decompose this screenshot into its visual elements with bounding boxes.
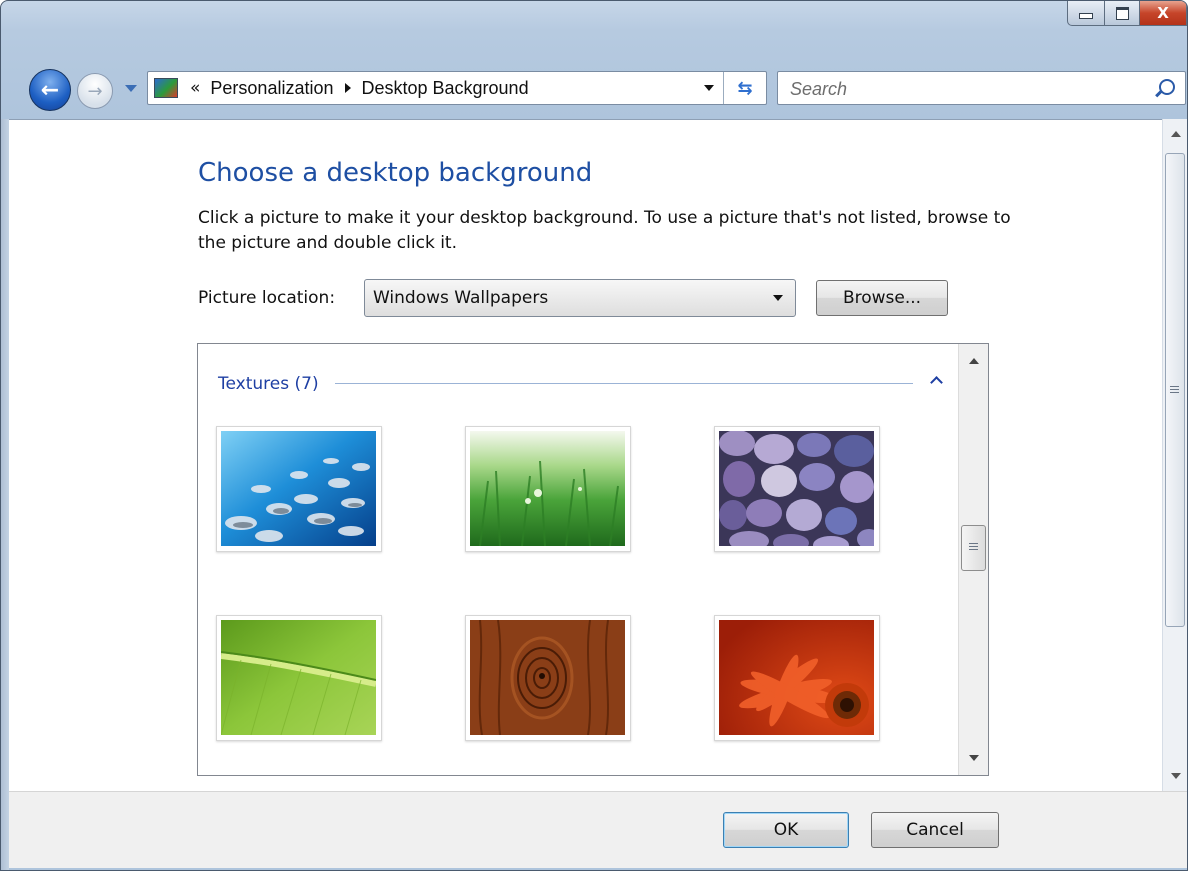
grip-line: [1170, 386, 1179, 387]
close-button[interactable]: X: [1140, 1, 1187, 26]
window-caption-buttons: X: [1067, 1, 1187, 27]
page-title: Choose a desktop background: [198, 158, 593, 188]
grip-line: [969, 546, 978, 547]
refresh-icon: ⇆: [737, 77, 753, 99]
maximize-icon: [1115, 6, 1129, 20]
grip-line: [1170, 392, 1179, 393]
breadcrumb-personalization[interactable]: Personalization: [210, 78, 333, 99]
content-pane: Choose a desktop background Click a pict…: [9, 119, 1162, 792]
address-dropdown-icon[interactable]: [704, 85, 714, 91]
wallpaper-thumbnail-fish[interactable]: [216, 426, 382, 552]
breadcrumb-desktop-background[interactable]: Desktop Background: [361, 78, 528, 99]
search-box[interactable]: [777, 71, 1186, 105]
grip-line: [969, 549, 978, 550]
picture-location-select[interactable]: Windows Wallpapers: [364, 279, 796, 317]
window-scroll-up-icon[interactable]: [1171, 131, 1181, 137]
forward-button[interactable]: →: [77, 73, 113, 109]
chevron-down-icon: [773, 295, 783, 301]
gallery-scrollbar[interactable]: [958, 344, 988, 775]
red-flower-image: [719, 620, 874, 735]
address-bar[interactable]: « Personalization Desktop Background ⇆: [147, 71, 767, 105]
window-scrollbar[interactable]: [1162, 119, 1187, 791]
picture-location-label: Picture location:: [198, 288, 336, 308]
ok-button[interactable]: OK: [723, 812, 849, 848]
purple-pebbles-image: [719, 431, 874, 546]
back-arrow-icon: ←: [40, 77, 60, 103]
breadcrumb-overflow[interactable]: «: [190, 78, 200, 98]
search-input[interactable]: [788, 77, 1142, 101]
cancel-button[interactable]: Cancel: [871, 812, 999, 848]
fish-underwater-image: [221, 431, 376, 546]
refresh-button[interactable]: ⇆: [723, 72, 766, 104]
group-header-textures[interactable]: Textures (7): [218, 374, 319, 394]
breadcrumb-separator-icon[interactable]: [345, 83, 352, 93]
wood-knot-image: [470, 620, 625, 735]
forward-arrow-icon: →: [87, 80, 103, 102]
control-panel-icon: [154, 78, 178, 98]
grip-line: [969, 543, 978, 544]
maximize-button[interactable]: [1105, 1, 1140, 26]
minimize-button[interactable]: [1067, 1, 1105, 26]
search-icon[interactable]: [1159, 79, 1175, 95]
wallpaper-thumbnail-wood[interactable]: [465, 615, 631, 741]
group-divider: [335, 383, 913, 384]
green-leaf-image: [221, 620, 376, 735]
wallpaper-gallery[interactable]: Textures (7): [197, 343, 989, 776]
scroll-up-arrow-icon[interactable]: [969, 358, 979, 364]
back-button[interactable]: ←: [29, 69, 71, 111]
recent-pages-dropdown-icon[interactable]: [125, 85, 137, 92]
browse-button[interactable]: Browse...: [816, 280, 948, 316]
grip-line: [1170, 389, 1179, 390]
window-scroll-thumb[interactable]: [1165, 153, 1185, 627]
green-grass-image: [470, 431, 625, 546]
wallpaper-thumbnail-pebbles[interactable]: [714, 426, 880, 552]
picture-location-value: Windows Wallpapers: [373, 288, 549, 308]
gallery-scroll-thumb[interactable]: [961, 525, 986, 571]
close-icon: X: [1157, 4, 1169, 22]
minimize-icon: [1079, 13, 1093, 19]
desktop-background-window: X ← → « Personalization Desktop Backgrou…: [0, 0, 1188, 871]
page-description: Click a picture to make it your desktop …: [198, 208, 1011, 253]
wallpaper-thumbnail-grass[interactable]: [465, 426, 631, 552]
wallpaper-thumbnail-flower[interactable]: [714, 615, 880, 741]
collapse-group-icon[interactable]: [930, 376, 943, 389]
scroll-down-arrow-icon[interactable]: [969, 755, 979, 761]
window-scroll-down-icon[interactable]: [1171, 773, 1181, 779]
window-frame-edge: [1, 119, 9, 870]
dialog-footer: OK Cancel: [9, 791, 1187, 868]
wallpaper-thumbnail-leaf[interactable]: [216, 615, 382, 741]
